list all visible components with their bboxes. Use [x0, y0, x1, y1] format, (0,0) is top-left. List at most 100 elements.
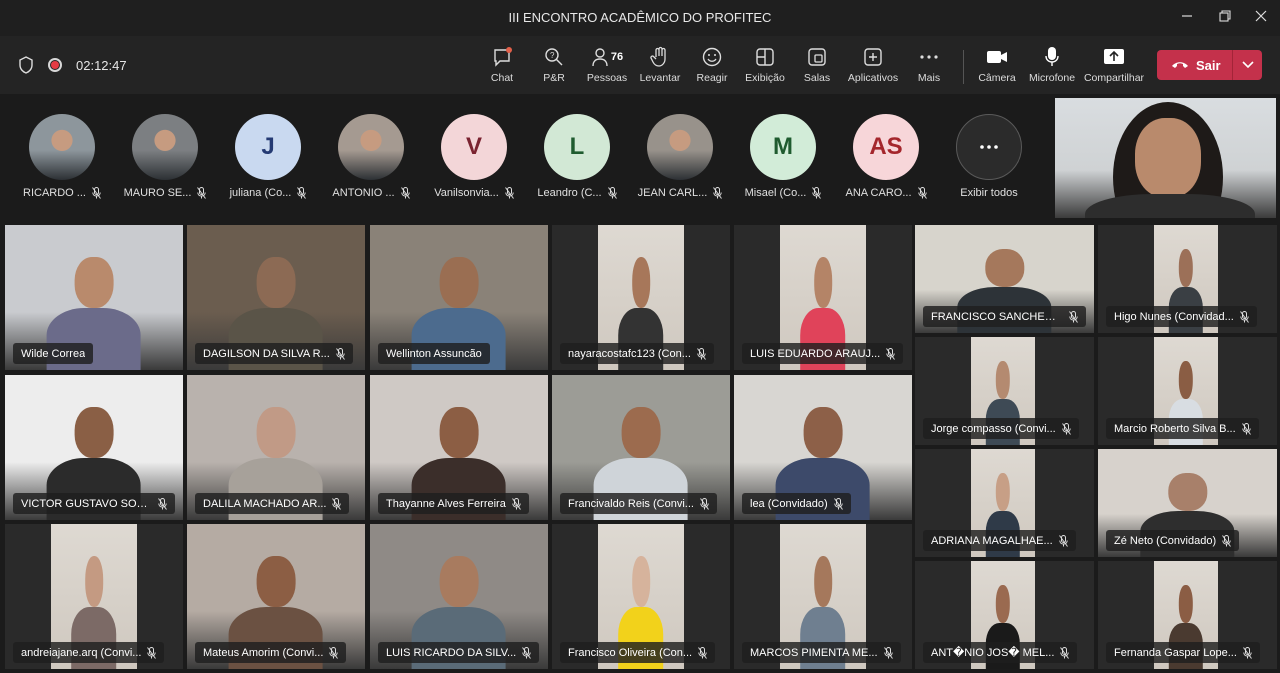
- participant-name-label: Higo Nunes (Convidad...: [1106, 306, 1257, 327]
- participant-name-label: FRANCISCO SANCHES ...: [923, 306, 1086, 327]
- face: [1179, 584, 1193, 624]
- video-tile[interactable]: Mateus Amorim (Convi...: [187, 524, 365, 669]
- video-tile[interactable]: Wellinton Assuncão: [370, 225, 548, 370]
- video-tile[interactable]: MARCOS PIMENTA ME...: [734, 524, 912, 669]
- self-body: [1085, 194, 1255, 218]
- show-all-button[interactable]: Exibir todos: [941, 114, 1037, 214]
- restore-button[interactable]: [1210, 6, 1240, 30]
- qa-button[interactable]: ? P&R: [524, 46, 584, 90]
- video-tile[interactable]: nayaracostafc123 (Con...: [552, 225, 730, 370]
- face: [256, 256, 296, 309]
- view-button[interactable]: Exibição: [735, 46, 795, 90]
- video-tile[interactable]: Francisco Oliveira (Con...: [552, 524, 730, 669]
- meeting-title: III ENCONTRO ACADÊMICO DO PROFITEC: [508, 10, 772, 25]
- strip-participant[interactable]: ANTONIO ...: [323, 114, 419, 214]
- strip-participant[interactable]: J juliana (Co...: [220, 114, 316, 214]
- face: [1179, 360, 1193, 400]
- participant-name-label: Francivaldo Reis (Convi...: [560, 493, 717, 514]
- face: [813, 555, 833, 608]
- video-tile[interactable]: ANT�NIO JOS� MEL...: [915, 561, 1094, 669]
- leave-button[interactable]: Sair: [1157, 50, 1262, 80]
- face: [621, 406, 661, 459]
- avatar: AS: [853, 114, 919, 180]
- participant-name-label: Zé Neto (Convidado): [1106, 530, 1240, 551]
- video-tile[interactable]: Wilde Correa: [5, 225, 183, 370]
- strip-participant[interactable]: V Vanilsonvia...: [426, 114, 522, 214]
- rooms-button[interactable]: Salas: [787, 46, 847, 90]
- face: [1179, 248, 1193, 288]
- camera-button[interactable]: Câmera: [967, 46, 1027, 90]
- video-tile[interactable]: Fernanda Gaspar Lope...: [1098, 561, 1277, 669]
- video-tile[interactable]: Francivaldo Reis (Convi...: [552, 375, 730, 520]
- strip-participant[interactable]: JEAN CARL...: [632, 114, 728, 214]
- self-video[interactable]: [1055, 98, 1276, 218]
- participant-name-label: VICTOR GUSTAVO SOU...: [13, 493, 175, 514]
- mic-off-icon: [400, 187, 410, 199]
- share-icon: [1103, 46, 1125, 68]
- close-window-button[interactable]: [1246, 6, 1276, 30]
- avatar: [338, 114, 404, 180]
- strip-participant[interactable]: AS ANA CARO...: [838, 114, 934, 214]
- strip-participant[interactable]: M Misael (Co...: [735, 114, 831, 214]
- chat-icon: [491, 46, 513, 68]
- video-tile[interactable]: VICTOR GUSTAVO SOU...: [5, 375, 183, 520]
- participant-name-label: LUIS EDUARDO ARAUJ...: [742, 343, 904, 364]
- mic-off-icon: [332, 497, 342, 510]
- share-button[interactable]: Compartilhar: [1084, 46, 1144, 90]
- mic-off-icon: [147, 646, 157, 659]
- strip-participant[interactable]: RICARDO ...: [14, 114, 110, 214]
- raise-hand-button[interactable]: Levantar: [630, 46, 690, 90]
- mic-off-icon: [511, 497, 521, 510]
- mic-off-icon: [504, 187, 514, 199]
- video-tile[interactable]: LUIS EDUARDO ARAUJ...: [734, 225, 912, 370]
- react-button[interactable]: Reagir: [682, 46, 742, 90]
- mic-off-icon: [1222, 534, 1232, 547]
- participant-name-label: Wilde Correa: [13, 343, 94, 364]
- leave-options-button[interactable]: [1233, 61, 1262, 69]
- face: [996, 360, 1010, 400]
- participant-name-label: nayaracostafc123 (Con...: [560, 343, 714, 364]
- mic-off-icon: [1243, 646, 1252, 659]
- face: [439, 555, 479, 608]
- minimize-button[interactable]: [1172, 6, 1202, 30]
- leave-label: Sair: [1196, 57, 1221, 73]
- video-tile[interactable]: ADRIANA MAGALHAE...: [915, 449, 1094, 557]
- video-tile[interactable]: Jorge compasso (Convi...: [915, 337, 1094, 445]
- face: [813, 256, 833, 309]
- svg-text:?: ?: [550, 51, 555, 60]
- more-button[interactable]: Mais: [899, 46, 959, 90]
- video-tile[interactable]: Thayanne Alves Ferreira: [370, 375, 548, 520]
- video-tile[interactable]: LUIS RICARDO DA SILV...: [370, 524, 548, 669]
- minimize-icon: [1182, 15, 1192, 17]
- people-button[interactable]: 76 Pessoas: [577, 46, 637, 90]
- video-tile[interactable]: DALILA MACHADO AR...: [187, 375, 365, 520]
- chat-button[interactable]: Chat: [472, 46, 532, 90]
- shield-icon[interactable]: [18, 56, 34, 74]
- video-tile[interactable]: Marcio Roberto Silva B...: [1098, 337, 1277, 445]
- mic-off-icon: [522, 646, 532, 659]
- video-tile[interactable]: FRANCISCO SANCHES ...: [915, 225, 1094, 333]
- participant-name-label: MARCOS PIMENTA ME...: [742, 642, 901, 663]
- mic-off-icon: [158, 497, 167, 510]
- video-tile[interactable]: lea (Convidado): [734, 375, 912, 520]
- video-tile[interactable]: andreiajane.arq (Convi...: [5, 524, 183, 669]
- video-tile[interactable]: DAGILSON DA SILVA R...: [187, 225, 365, 370]
- microphone-button[interactable]: Microfone: [1022, 46, 1082, 90]
- people-icon: 76: [591, 46, 623, 68]
- video-tile[interactable]: Zé Neto (Convidado): [1098, 449, 1277, 557]
- participant-name-label: DALILA MACHADO AR...: [195, 493, 350, 514]
- apps-button[interactable]: Aplicativos: [843, 46, 903, 90]
- face: [631, 256, 651, 309]
- face: [996, 472, 1010, 512]
- mic-off-icon: [297, 187, 307, 199]
- video-tile[interactable]: Higo Nunes (Convidad...: [1098, 225, 1277, 333]
- toolbar-separator: [963, 50, 964, 84]
- participant-name-label: Mateus Amorim (Convi...: [195, 642, 347, 663]
- strip-participant[interactable]: MAURO SE...: [117, 114, 213, 214]
- strip-participant[interactable]: L Leandro (C...: [529, 114, 625, 214]
- participant-name-label: Thayanne Alves Ferreira: [378, 493, 529, 514]
- participant-name-label: andreiajane.arq (Convi...: [13, 642, 165, 663]
- mic-off-icon: [329, 646, 339, 659]
- mic-off-icon: [883, 646, 893, 659]
- mic-off-icon: [886, 347, 896, 360]
